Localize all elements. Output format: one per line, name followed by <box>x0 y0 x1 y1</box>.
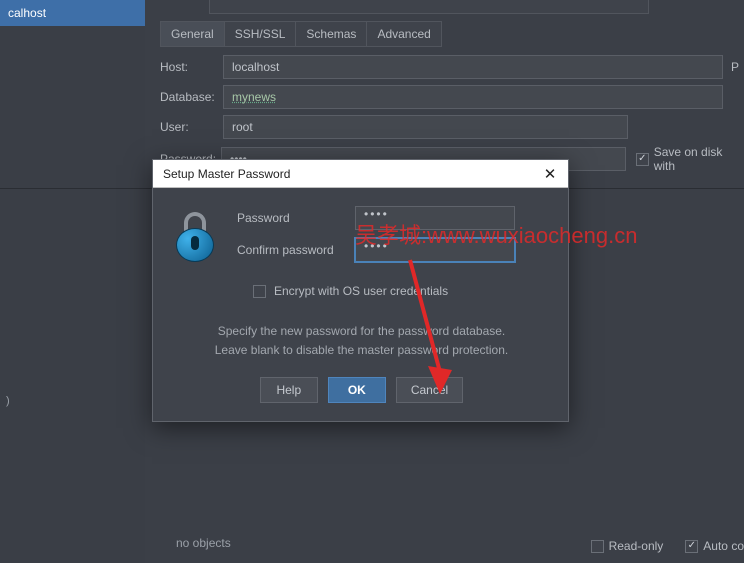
help-button[interactable]: Help <box>260 377 318 403</box>
ok-button[interactable]: OK <box>328 377 386 403</box>
database-input[interactable]: mynews <box>223 85 723 109</box>
dlg-confirm-label: Confirm password <box>237 243 355 257</box>
tab-general[interactable]: General <box>161 22 225 46</box>
dialog-title: Setup Master Password <box>163 167 290 181</box>
dlg-help-text: Specify the new password for the passwor… <box>171 322 552 359</box>
checkmark-icon <box>685 540 698 553</box>
tab-ssh-ssl[interactable]: SSH/SSL <box>225 22 297 46</box>
dlg-password-input[interactable]: •••• <box>355 206 515 230</box>
dlg-password-label: Password <box>237 211 355 225</box>
user-label: User: <box>160 120 223 134</box>
auto-commit-checkbox[interactable]: Auto co <box>685 539 744 553</box>
status-text: no objects <box>176 536 231 550</box>
cancel-button[interactable]: Cancel <box>396 377 463 403</box>
lock-icon <box>171 206 219 262</box>
close-icon[interactable]: ✕ <box>540 165 560 183</box>
tab-schemas[interactable]: Schemas <box>296 22 367 46</box>
sidebar-collapse-marker: ) <box>6 395 10 407</box>
auto-commit-label: Auto co <box>703 539 744 553</box>
database-label: Database: <box>160 90 223 104</box>
master-password-dialog: Setup Master Password ✕ Password •••• Co… <box>152 159 569 422</box>
port-label-stub: P <box>731 60 739 74</box>
user-input[interactable]: root <box>223 115 628 139</box>
checkbox-icon <box>591 540 604 553</box>
save-on-disk-checkbox[interactable]: Save on disk with <box>636 145 744 173</box>
footer-options: Read-only Auto co <box>581 539 744 553</box>
dialog-titlebar[interactable]: Setup Master Password ✕ <box>153 160 568 188</box>
host-label: Host: <box>160 60 223 74</box>
encrypt-checkbox[interactable]: Encrypt with OS user credentials <box>274 284 448 298</box>
encrypt-checkbox-icon <box>253 285 266 298</box>
database-value: mynews <box>232 90 276 104</box>
readonly-label: Read-only <box>609 539 664 553</box>
save-on-disk-label: Save on disk with <box>654 145 744 173</box>
checkmark-icon <box>636 153 649 166</box>
readonly-checkbox[interactable]: Read-only <box>591 539 664 553</box>
host-input[interactable]: localhost <box>223 55 723 79</box>
dlg-confirm-input[interactable]: •••• <box>355 238 515 262</box>
sidebar: calhost ) <box>0 0 145 563</box>
tab-advanced[interactable]: Advanced <box>367 22 440 46</box>
config-tabs: General SSH/SSL Schemas Advanced <box>160 21 442 47</box>
top-field-stub <box>209 0 649 14</box>
sidebar-item-localhost[interactable]: calhost <box>0 0 145 26</box>
